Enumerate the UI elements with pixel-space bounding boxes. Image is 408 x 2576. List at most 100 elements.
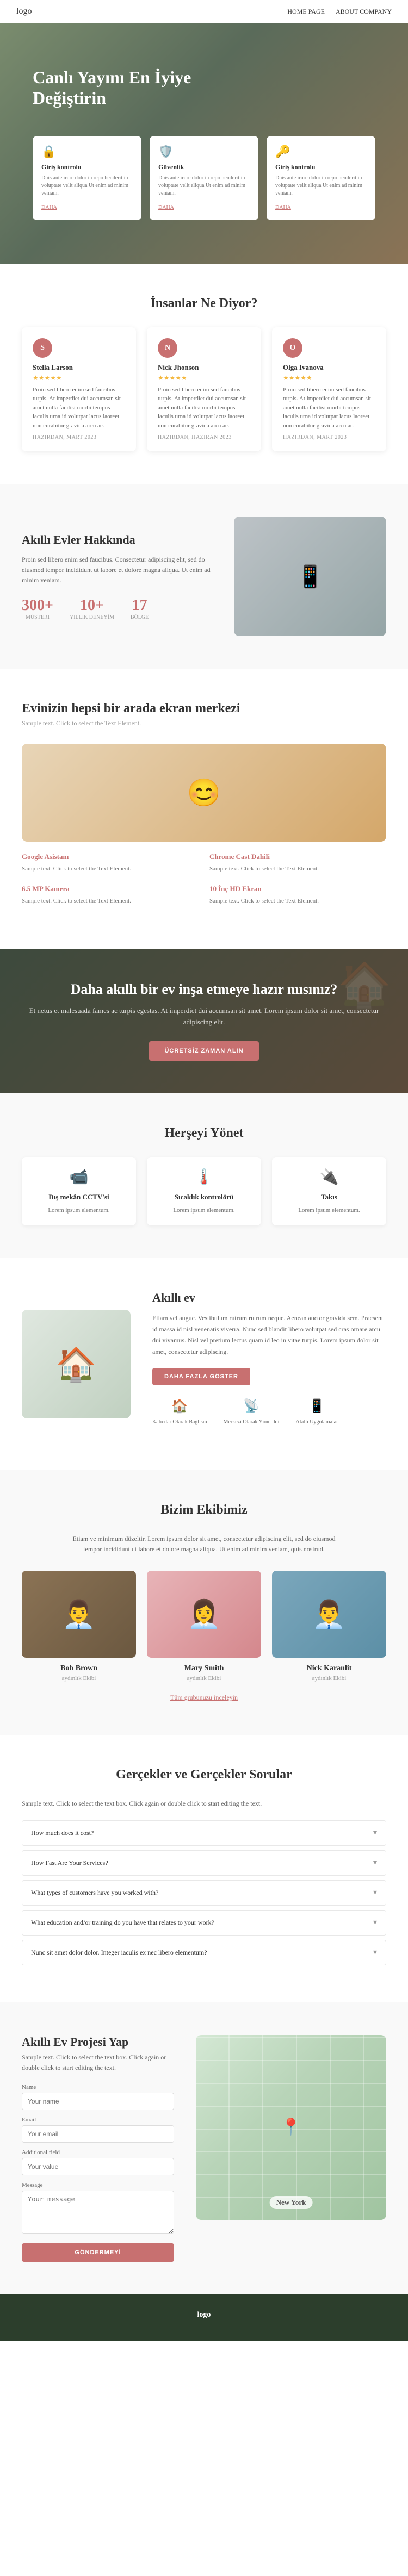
feature-icons: 🏠 Kalıcılar Olarak Bağlısın 📡 Merkezi Ol…	[152, 1398, 386, 1438]
feature-icon-0: 🏠 Kalıcılar Olarak Bağlısın	[152, 1398, 207, 1438]
testimonials-section: İnsanlar Ne Diyor? S Stella Larson ★★★★★…	[0, 264, 408, 484]
nav-logo: logo	[16, 7, 32, 16]
manage-card-0-text: Lorem ipsum elementum.	[33, 1206, 125, 1215]
nav-home[interactable]: HOME PAGE	[287, 8, 325, 16]
hero-card-2-title: Giriş kontrolu	[275, 163, 367, 171]
nav-about[interactable]: ABOUT COMPANY	[336, 8, 392, 16]
manage-card-2: 🔌 Takıs Lorem ipsum elementum.	[272, 1157, 386, 1226]
hero-section: Canlı Yayını En İyiye Değiştirin 🔒 Giriş…	[0, 23, 408, 264]
testimonial-2-stars: ★★★★★	[283, 374, 375, 382]
team-more-link[interactable]: Tüm grubunuzu inceleyin	[170, 1694, 238, 1701]
chevron-down-icon: ▾	[373, 1918, 377, 1927]
hero-card-1-link[interactable]: DAHA	[158, 204, 174, 210]
form-email-group: Email	[22, 2117, 174, 2143]
hero-card-0-link[interactable]: DAHA	[41, 204, 57, 210]
avatar-mary: 👩‍💼	[147, 1571, 261, 1658]
hero-card-1: 🛡️ Güvenlik Duis aute irure dolor in rep…	[150, 136, 258, 220]
feature-icon-1: 📡 Merkezi Olarak Yönetildi	[224, 1398, 280, 1438]
smart-info-image: 📱	[234, 517, 386, 636]
avatar-olga: O	[283, 338, 302, 358]
hub-item-2-title: 6.5 MP Kamera	[22, 885, 199, 893]
stat-1-number: 10+	[70, 597, 114, 614]
cctv-icon: 📹	[33, 1168, 125, 1186]
smart-info-left: Akıllı Evler Hakkında Proin sed libero e…	[22, 533, 212, 620]
manage-card-1: 🌡️ Sıcaklık kontrolörü Lorem ipsum eleme…	[147, 1157, 261, 1226]
email-label: Email	[22, 2117, 174, 2123]
hub-item-0-title: Google Asistanı	[22, 853, 199, 861]
cta-section: 🏠 Daha akıllı bir ev inşa etmeye hazır m…	[0, 949, 408, 1093]
manage-card-1-title: Sıcaklık kontrolörü	[158, 1193, 250, 1202]
submit-button[interactable]: GÖNDERMEYİ	[22, 2243, 174, 2262]
testimonial-0: S Stella Larson ★★★★★ Proin sed libero e…	[22, 327, 136, 452]
feature-more-button[interactable]: DAHA FAZLA GÖSTER	[152, 1368, 250, 1385]
team-intro: Etiam ve minimum düzeltir. Lorem ipsum d…	[68, 1534, 340, 1554]
team-member-1-name: Mary Smith	[147, 1664, 261, 1673]
stat-1: 10+ YILLIK DENEYİM	[70, 597, 114, 620]
home-connected-icon: 🏠	[152, 1398, 207, 1414]
testimonial-1-text: Proin sed libero enim sed faucibus turpi…	[158, 385, 250, 431]
hub-item-1: Chrome Cast Dahili Sample text. Click to…	[209, 853, 386, 874]
cta-overlay-icon: 🏠	[337, 960, 392, 1011]
faq-title: Gerçekler ve Gerçekler Sorular	[22, 1768, 386, 1782]
testimonial-2: O Olga Ivanova ★★★★★ Proin sed libero en…	[272, 327, 386, 452]
name-input[interactable]	[22, 2093, 174, 2110]
faq-item-0[interactable]: How much does it cost? ▾	[22, 1820, 386, 1846]
message-textarea[interactable]	[22, 2191, 174, 2234]
team-member-0-role: aydınlık Ekibi	[22, 1675, 136, 1682]
team-member-1-role: aydınlık Ekibi	[147, 1675, 261, 1682]
cta-button[interactable]: ÜCRETSİZ ZAMAN ALIN	[149, 1041, 258, 1061]
testimonials-title: İnsanlar Ne Diyor?	[22, 296, 386, 311]
manage-cards: 📹 Dış mekân CCTV'si Lorem ipsum elementu…	[22, 1157, 386, 1226]
hub-item-0: Google Asistanı Sample text. Click to se…	[22, 853, 199, 874]
feature-text: Etiam vel augue. Vestibulum rutrum rutru…	[152, 1312, 386, 1357]
feature-icon-1-label: Merkezi Olarak Yönetildi	[224, 1417, 280, 1427]
chevron-down-icon: ▾	[373, 1858, 377, 1868]
faq-item-1[interactable]: How Fast Are Your Services? ▾	[22, 1850, 386, 1876]
stat-0-label: MÜŞTERI	[22, 614, 53, 620]
faq-question-4: Nunc sit amet dolor dolor. Integer iacul…	[31, 1949, 207, 1957]
testimonial-2-name: Olga Ivanova	[283, 363, 375, 372]
map-pin-icon: 📍	[281, 2118, 301, 2137]
phone-input[interactable]	[22, 2158, 174, 2175]
phone-label: Additional field	[22, 2149, 174, 2156]
faq-item-3[interactable]: What education and/or training do you ha…	[22, 1910, 386, 1936]
hub-item-0-text: Sample text. Click to select the Text El…	[22, 864, 199, 874]
hero-title: Canlı Yayını En İyiye Değiştirin	[33, 67, 250, 109]
team-member-2-role: aydınlık Ekibi	[272, 1675, 386, 1682]
manage-card-0: 📹 Dış mekân CCTV'si Lorem ipsum elementu…	[22, 1157, 136, 1226]
manage-card-2-title: Takıs	[283, 1193, 375, 1202]
team-member-0: 👨‍💼 Bob Brown aydınlık Ekibi	[22, 1571, 136, 1682]
feature-icon-2: 📱 Akıllı Uygulamalar	[295, 1398, 338, 1438]
manage-title: Herşeyi Yönet	[22, 1126, 386, 1141]
feature-icon-0-label: Kalıcılar Olarak Bağlısın	[152, 1417, 207, 1427]
email-input[interactable]	[22, 2125, 174, 2143]
cta-text: Et netus et malesuada fames ac turpis eg…	[22, 1005, 386, 1028]
nav-links: HOME PAGE ABOUT COMPANY	[287, 8, 392, 16]
stat-2-label: BÖLGE	[131, 614, 149, 620]
form-message-group: Message	[22, 2182, 174, 2237]
navbar: logo HOME PAGE ABOUT COMPANY	[0, 0, 408, 23]
hero-card-2-link[interactable]: DAHA	[275, 204, 291, 210]
faq-question-0: How much does it cost?	[31, 1829, 94, 1837]
hero-card-0-title: Giriş kontrolu	[41, 163, 133, 171]
team-member-2: 👨‍💼 Nick Karanlit aydınlık Ekibi	[272, 1571, 386, 1682]
hero-card-1-text: Duis aute irure dolor in reprehenderit i…	[158, 175, 250, 197]
manage-card-0-title: Dış mekân CCTV'si	[33, 1193, 125, 1202]
project-map: 📍 New York	[196, 2035, 386, 2262]
footer: logo	[0, 2294, 408, 2341]
manage-card-2-text: Lorem ipsum elementum.	[283, 1206, 375, 1215]
testimonial-1: N Nick Jhonson ★★★★★ Proin sed libero en…	[147, 327, 261, 452]
feature-section: 🏠 Akıllı ev Etiam vel augue. Vestibulum …	[0, 1258, 408, 1470]
hub-item-3-title: 10 İnç HD Ekran	[209, 885, 386, 893]
team-section: Bizim Ekibimiz Etiam ve minimum düzeltir…	[0, 1470, 408, 1735]
team-cards: 👨‍💼 Bob Brown aydınlık Ekibi 👩‍💼 Mary Sm…	[22, 1571, 386, 1682]
plug-icon: 🔌	[283, 1168, 375, 1186]
hub-section: Evinizin hepsi bir arada ekran merkezi S…	[0, 669, 408, 949]
faq-item-4[interactable]: Nunc sit amet dolor dolor. Integer iacul…	[22, 1940, 386, 1965]
hub-image: 😊	[22, 744, 386, 842]
faq-item-2[interactable]: What types of customers have you worked …	[22, 1880, 386, 1906]
testimonial-2-text: Proin sed libero enim sed faucibus turpi…	[283, 385, 375, 431]
chevron-down-icon: ▾	[373, 1828, 377, 1838]
team-member-2-name: Nick Karanlit	[272, 1664, 386, 1673]
testimonial-0-name: Stella Larson	[33, 363, 125, 372]
